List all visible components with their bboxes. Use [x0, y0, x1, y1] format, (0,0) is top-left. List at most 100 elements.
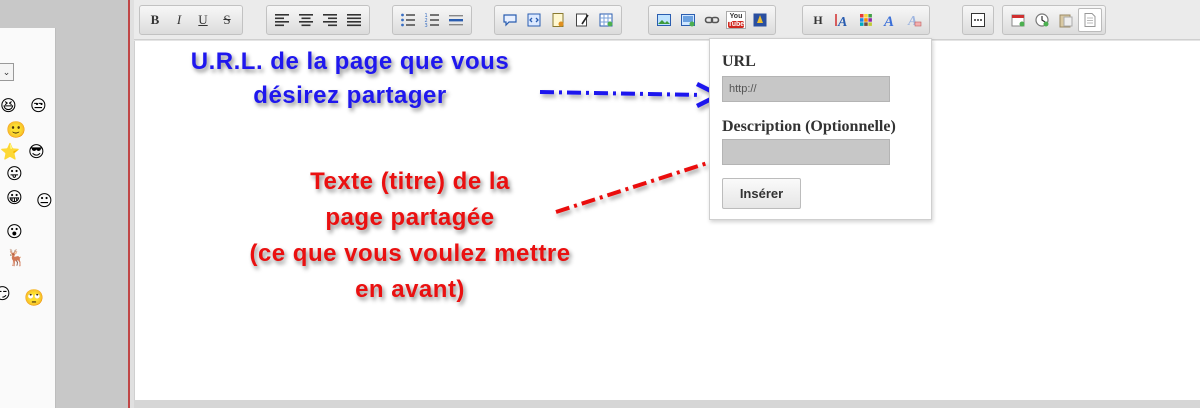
- smiley-panel: ⌄ 😆 😒 🙂 ⭐ 😎 😛 😀 😐 😮 🦌 😏 🙄: [0, 28, 56, 408]
- heading-icon: H: [813, 12, 823, 27]
- paste-button[interactable]: [1054, 8, 1078, 32]
- toolbar-group-more: [962, 5, 994, 35]
- link-button[interactable]: [700, 8, 724, 32]
- annotation-description-line-4: en avant): [355, 276, 465, 303]
- flash-button[interactable]: [748, 8, 772, 32]
- underline-button[interactable]: U: [191, 8, 215, 32]
- annotation-description-line-2: page partagée: [325, 204, 495, 231]
- table-button[interactable]: [594, 8, 618, 32]
- smiley-cool-icon[interactable]: 😎: [28, 144, 45, 160]
- spoiler-button[interactable]: [546, 8, 570, 32]
- youtube-icon: You Tube: [726, 11, 746, 29]
- annotation-url-line-1: U.R.L. de la page que vous: [190, 48, 510, 75]
- font-a-icon: A: [883, 14, 894, 28]
- toolbar-group-text-style: B I U S: [139, 5, 243, 35]
- description-label: Description (Optionnelle): [722, 118, 896, 135]
- edit-note-button[interactable]: [570, 8, 594, 32]
- toolbar-group-lists: 123: [392, 5, 472, 35]
- bullet-list-icon: [401, 13, 415, 27]
- table-icon: [599, 13, 613, 27]
- editor-bottom-bar: [134, 400, 1200, 408]
- font-button[interactable]: A: [878, 8, 902, 32]
- url-input[interactable]: [722, 76, 890, 102]
- bold-icon: B: [150, 12, 160, 27]
- align-center-icon: [299, 14, 313, 27]
- align-center-button[interactable]: [294, 8, 318, 32]
- align-justify-button[interactable]: [342, 8, 366, 32]
- time-button[interactable]: [1030, 8, 1054, 32]
- description-input[interactable]: [722, 139, 890, 165]
- underline-icon: U: [198, 12, 208, 27]
- remove-format-button[interactable]: A: [902, 8, 926, 32]
- horizontal-rule-button[interactable]: [444, 8, 468, 32]
- svg-text:A: A: [883, 14, 894, 28]
- numbered-list-button[interactable]: 123: [420, 8, 444, 32]
- toolbar-group-align: [266, 5, 370, 35]
- smiley-reindeer-icon[interactable]: 🦌: [6, 250, 26, 266]
- smiley-smile-icon[interactable]: 🙂: [6, 122, 26, 138]
- clock-icon: [1035, 13, 1049, 27]
- smiley-neutral-icon[interactable]: 😐: [36, 193, 53, 209]
- image-button[interactable]: [652, 8, 676, 32]
- picture-icon: [657, 14, 671, 26]
- editor-page: ⌄ 😆 😒 🙂 ⭐ 😎 😛 😀 😐 😮 🦌 😏 🙄 B I U S 1 2 3 …: [0, 0, 1200, 408]
- smiley-grin-icon[interactable]: 😀: [6, 190, 23, 206]
- chevron-down-icon: ⌄: [2, 67, 11, 77]
- color-grid-icon: [860, 14, 872, 26]
- smiley-laughing-icon[interactable]: 😆: [0, 98, 17, 114]
- quote-button[interactable]: [498, 8, 522, 32]
- align-justify-icon: [347, 14, 361, 27]
- calendar-icon: [1011, 14, 1025, 27]
- smiley-star-icon[interactable]: ⭐: [0, 144, 20, 160]
- align-right-icon: [323, 14, 337, 27]
- heading-button[interactable]: H: [806, 8, 830, 32]
- font-size-button[interactable]: A: [830, 8, 854, 32]
- smiley-smirk-icon[interactable]: 😏: [0, 286, 11, 302]
- color-button[interactable]: [854, 8, 878, 32]
- smiley-surprised-icon[interactable]: 😮: [6, 224, 23, 240]
- url-label: URL: [722, 53, 756, 70]
- toolbar-group-fonts: H A A A: [802, 5, 930, 35]
- italic-button[interactable]: I: [167, 8, 191, 32]
- flash-icon: [753, 13, 767, 27]
- svg-text:A: A: [837, 15, 847, 28]
- speech-bubble-icon: [503, 14, 517, 27]
- toolbar-group-blocks: [494, 5, 622, 35]
- picture-icon: [681, 14, 695, 27]
- bold-button[interactable]: B: [143, 8, 167, 32]
- annotation-description-line-3: (ce que vous voulez mettre: [249, 240, 571, 267]
- page-icon: [1084, 13, 1096, 27]
- font-size-icon: A: [835, 14, 847, 28]
- horizontal-rule-icon: [449, 15, 463, 26]
- clipboard-icon: [1059, 14, 1073, 28]
- smiley-rolling-eyes-icon[interactable]: 🙄: [24, 290, 44, 306]
- strikethrough-button[interactable]: S: [215, 8, 239, 32]
- annotation-url-line-2: désirez partager: [253, 82, 447, 109]
- insert-button[interactable]: Insérer: [722, 178, 801, 209]
- more-button[interactable]: [966, 8, 990, 32]
- code-icon: [527, 13, 541, 27]
- chain-link-icon: [704, 16, 720, 24]
- smiley-tongue-icon[interactable]: 😛: [6, 166, 23, 182]
- gallery-button[interactable]: [676, 8, 700, 32]
- smiley-annoyed-icon[interactable]: 😒: [30, 98, 47, 114]
- annotation-description-line-1: Texte (titre) de la: [310, 168, 510, 195]
- italic-icon: I: [176, 12, 182, 27]
- align-left-button[interactable]: [270, 8, 294, 32]
- eraser-a-icon: A: [907, 14, 922, 28]
- date-button[interactable]: [1006, 8, 1030, 32]
- bullet-list-button[interactable]: [396, 8, 420, 32]
- youtube-icon-top: You: [729, 13, 743, 20]
- source-button[interactable]: [1078, 8, 1102, 32]
- smiley-category-select[interactable]: ⌄: [0, 63, 14, 81]
- code-button[interactable]: [522, 8, 546, 32]
- youtube-button[interactable]: You Tube: [724, 8, 748, 32]
- editor-toolbar: B I U S 123 You Tube H A A A: [134, 0, 1200, 40]
- annotation-url: U.R.L. de la page que vous désirez parta…: [140, 45, 560, 113]
- gutter: [64, 0, 128, 408]
- svg-text:3: 3: [425, 23, 428, 28]
- toolbar-group-media: You Tube: [648, 5, 776, 35]
- align-right-button[interactable]: [318, 8, 342, 32]
- numbered-list-icon: 123: [425, 13, 439, 28]
- pencil-icon: [576, 13, 589, 27]
